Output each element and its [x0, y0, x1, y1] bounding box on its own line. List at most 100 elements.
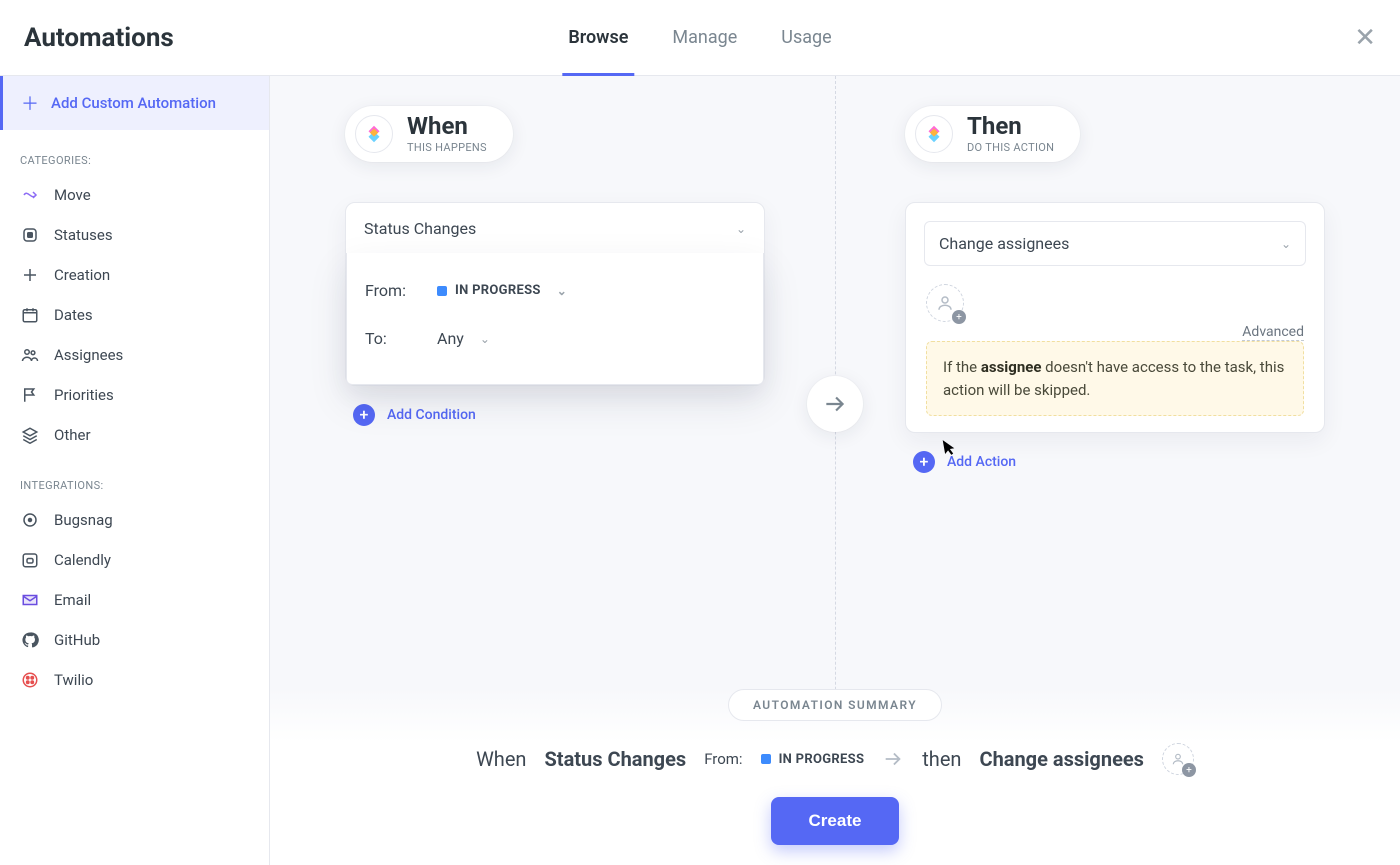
when-card: Status Changes ⌄ From: IN PROGRESS ⌄: [345, 202, 765, 386]
sidebar-item-label: Creation: [54, 266, 110, 284]
sidebar-item-label: GitHub: [54, 631, 100, 649]
when-title: When: [407, 114, 487, 139]
trigger-details: From: IN PROGRESS ⌄ To: Any ⌄: [346, 253, 764, 385]
brand-logo-icon: [915, 115, 953, 153]
sidebar-item-label: Calendly: [54, 551, 111, 569]
summary-from-label: From:: [704, 750, 742, 768]
add-condition-button[interactable]: + Add Condition: [353, 404, 765, 426]
github-icon: [20, 630, 40, 650]
sidebar-item-label: Dates: [54, 306, 93, 324]
arrow-right-icon: [882, 748, 904, 770]
add-custom-automation-button[interactable]: ＋ Add Custom Automation: [0, 76, 269, 130]
twilio-icon: [20, 670, 40, 690]
summary-line: When Status Changes From: IN PROGRESS th…: [310, 743, 1360, 775]
close-button[interactable]: ✕: [1354, 25, 1376, 51]
sidebar-item-label: Twilio: [54, 671, 93, 689]
tab-manage[interactable]: Manage: [672, 0, 737, 75]
sidebar: ＋ Add Custom Automation CATEGORIES: Move…: [0, 76, 270, 865]
plus-mini-icon: +: [952, 310, 966, 324]
to-status-value: Any: [437, 329, 464, 348]
summary-assignee-icon: +: [1162, 743, 1194, 775]
stack-icon: [20, 425, 40, 445]
summary-then-word: then: [922, 747, 961, 771]
summary-from-value: IN PROGRESS: [779, 752, 865, 767]
sidebar-item-label: Statuses: [54, 226, 113, 244]
then-subtitle: DO THIS ACTION: [967, 141, 1054, 154]
summary-from-chip: IN PROGRESS: [761, 752, 865, 767]
from-label: From:: [365, 281, 419, 300]
tab-browse[interactable]: Browse: [568, 0, 628, 75]
main-canvas: When THIS HAPPENS Status Changes ⌄ From:: [270, 76, 1400, 865]
summary-bar: AUTOMATION SUMMARY When Status Changes F…: [270, 689, 1400, 865]
plus-circle-icon: +: [913, 451, 935, 473]
then-title: Then: [967, 114, 1054, 139]
summary-then-value: Change assignees: [979, 747, 1143, 771]
badge-icon: [20, 225, 40, 245]
sidebar-item-assignees[interactable]: Assignees: [0, 335, 269, 375]
to-row: To: Any ⌄: [365, 314, 745, 362]
bugsnag-icon: [20, 510, 40, 530]
to-label: To:: [365, 329, 419, 348]
sidebar-item-label: Move: [54, 186, 91, 204]
then-header: Then DO THIS ACTION: [905, 106, 1080, 162]
calendly-icon: [20, 550, 40, 570]
status-color-swatch: [437, 286, 447, 296]
chevron-down-icon: ⌄: [736, 222, 746, 236]
add-custom-label: Add Custom Automation: [51, 94, 216, 112]
sidebar-item-statuses[interactable]: Statuses: [0, 215, 269, 255]
page-title: Automations: [24, 23, 174, 53]
calendar-icon: [20, 305, 40, 325]
assignee-picker[interactable]: +: [926, 284, 964, 322]
sidebar-item-label: Assignees: [54, 346, 123, 364]
sidebar-item-other[interactable]: Other: [0, 415, 269, 455]
plus-circle-icon: +: [353, 404, 375, 426]
then-card: Change assignees ⌄ + Advanced If the ass…: [905, 202, 1325, 433]
plus-mini-icon: +: [1182, 763, 1196, 777]
action-dropdown[interactable]: Change assignees ⌄: [924, 221, 1306, 266]
warn-text-bold: assignee: [981, 358, 1042, 376]
trigger-value: Status Changes: [364, 219, 476, 238]
brand-logo-icon: [355, 115, 393, 153]
chevron-down-icon: ⌄: [557, 284, 567, 298]
tabs: Browse Manage Usage: [568, 0, 831, 75]
from-row: From: IN PROGRESS ⌄: [365, 267, 745, 314]
sidebar-item-twilio[interactable]: Twilio: [0, 660, 269, 700]
sidebar-item-dates[interactable]: Dates: [0, 295, 269, 335]
arrow-right-icon: [807, 376, 863, 432]
from-status-select[interactable]: IN PROGRESS ⌄: [437, 283, 567, 298]
email-icon: [20, 590, 40, 610]
sidebar-item-move[interactable]: Move: [0, 175, 269, 215]
create-button[interactable]: Create: [771, 797, 900, 845]
plus-outlined-icon: [20, 265, 40, 285]
header: Automations Browse Manage Usage ✕: [0, 0, 1400, 76]
trigger-dropdown[interactable]: Status Changes ⌄: [346, 203, 764, 255]
sidebar-item-label: Priorities: [54, 386, 114, 404]
sidebar-item-priorities[interactable]: Priorities: [0, 375, 269, 415]
sidebar-item-bugsnag[interactable]: Bugsnag: [0, 500, 269, 540]
sidebar-item-email[interactable]: Email: [0, 580, 269, 620]
when-header: When THIS HAPPENS: [345, 106, 513, 162]
advanced-link[interactable]: Advanced: [1242, 324, 1304, 341]
from-status-value: IN PROGRESS: [455, 283, 541, 298]
add-condition-label: Add Condition: [387, 407, 476, 423]
sidebar-item-creation[interactable]: Creation: [0, 255, 269, 295]
summary-when-word: When: [476, 747, 526, 771]
categories-heading: CATEGORIES:: [0, 130, 269, 175]
plus-icon: ＋: [21, 90, 39, 116]
share-arrow-icon: [20, 185, 40, 205]
flag-icon: [20, 385, 40, 405]
to-status-select[interactable]: Any ⌄: [437, 329, 490, 348]
chevron-down-icon: ⌄: [1281, 237, 1291, 251]
warning-note: If the assignee doesn't have access to t…: [926, 341, 1304, 416]
tab-usage[interactable]: Usage: [781, 0, 831, 75]
add-action-button[interactable]: + Add Action: [913, 451, 1325, 473]
sidebar-item-github[interactable]: GitHub: [0, 620, 269, 660]
sidebar-item-label: Bugsnag: [54, 511, 113, 529]
summary-when-value: Status Changes: [544, 747, 686, 771]
add-action-label: Add Action: [947, 454, 1016, 470]
when-subtitle: THIS HAPPENS: [407, 141, 487, 154]
sidebar-item-label: Other: [54, 426, 91, 444]
action-value: Change assignees: [939, 234, 1069, 253]
sidebar-item-calendly[interactable]: Calendly: [0, 540, 269, 580]
people-icon: [20, 345, 40, 365]
